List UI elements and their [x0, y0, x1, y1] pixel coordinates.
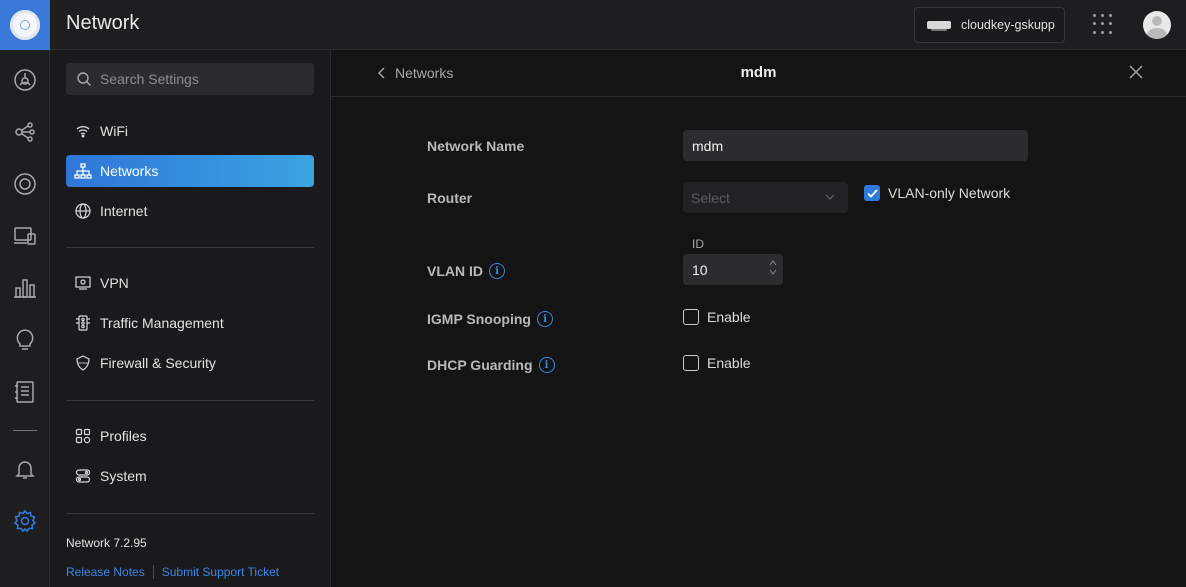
globe-icon	[74, 202, 92, 220]
vlan-id-label: VLAN ID i	[427, 263, 505, 279]
search-input[interactable]	[100, 71, 300, 87]
chevron-down-icon	[825, 194, 835, 200]
sidebar-item-label: System	[100, 468, 147, 484]
igmp-snooping-checkbox[interactable]	[683, 309, 699, 325]
sidebar-divider	[66, 513, 314, 514]
sidebar-item-label: WiFi	[100, 123, 128, 139]
panel-title: mdm	[740, 64, 777, 81]
sidebar-item-label: VPN	[100, 275, 129, 291]
sidebar-item-system[interactable]: System	[66, 460, 314, 492]
vlan-id-input[interactable]: 10	[683, 254, 783, 285]
vlan-only-label: VLAN-only Network	[888, 185, 1011, 201]
sidebar-item-traffic-management[interactable]: Traffic Management	[66, 307, 314, 339]
insights-icon[interactable]	[13, 328, 37, 352]
networks-icon	[74, 162, 92, 180]
router-select[interactable]: Select	[683, 182, 848, 213]
vlan-id-label-text: VLAN ID	[427, 263, 483, 279]
sidebar-item-internet[interactable]: Internet	[66, 195, 314, 227]
network-name-input[interactable]	[683, 130, 1028, 161]
router-label: Router	[427, 190, 472, 206]
search-box[interactable]	[66, 63, 314, 95]
igmp-snooping-label: IGMP Snooping i	[427, 311, 553, 327]
sidebar-item-label: Internet	[100, 203, 148, 219]
network-name-label: Network Name	[427, 138, 524, 154]
sidebar-item-firewall-security[interactable]: Firewall & Security	[66, 347, 314, 379]
network-name-label-text: Network Name	[427, 138, 525, 154]
release-notes-link[interactable]: Release Notes	[66, 565, 145, 579]
device-name: cloudkey-gskupp	[961, 18, 1055, 32]
user-avatar[interactable]	[1143, 11, 1171, 39]
system-icon	[74, 467, 92, 485]
settings-icon[interactable]	[13, 509, 37, 533]
rail-divider	[13, 430, 37, 431]
app-title: Network	[66, 12, 140, 34]
top-bar: Network cloudkey-gskupp	[0, 0, 1186, 50]
igmp-enable-label: Enable	[707, 309, 751, 325]
logs-icon[interactable]	[13, 380, 37, 404]
vlan-id-stepper[interactable]	[769, 260, 777, 275]
dhcp-guarding-label-text: DHCP Guarding	[427, 357, 533, 373]
check-icon	[866, 188, 878, 198]
app-rail	[0, 50, 50, 587]
submit-support-ticket-link[interactable]: Submit Support Ticket	[162, 565, 279, 579]
dhcp-enable-label: Enable	[707, 355, 751, 371]
traffic-icon	[74, 314, 92, 332]
vlan-only-network-option[interactable]: VLAN-only Network	[864, 185, 1010, 201]
search-icon	[77, 72, 91, 86]
vpn-icon	[74, 274, 92, 292]
sidebar-divider	[66, 400, 314, 401]
panel-header: Networks mdm	[331, 50, 1186, 97]
stepper-down-icon[interactable]	[769, 269, 777, 275]
wifi-icon	[74, 122, 92, 140]
settings-sidebar: WiFi Networks Internet VPN Traffic Manag…	[50, 50, 331, 587]
unifi-logo-icon	[10, 10, 40, 40]
sidebar-item-label: Profiles	[100, 428, 147, 444]
alerts-icon[interactable]	[13, 457, 37, 481]
devices-icon[interactable]	[13, 172, 37, 196]
dhcp-guarding-label: DHCP Guarding i	[427, 357, 555, 373]
sidebar-item-networks[interactable]: Networks	[66, 155, 314, 187]
igmp-snooping-option[interactable]: Enable	[683, 309, 751, 325]
vlan-only-checkbox[interactable]	[864, 185, 880, 201]
sidebar-item-profiles[interactable]: Profiles	[66, 420, 314, 452]
shield-icon	[74, 354, 92, 372]
sidebar-item-vpn[interactable]: VPN	[66, 267, 314, 299]
info-icon[interactable]: i	[489, 263, 505, 279]
clients-icon[interactable]	[13, 224, 37, 248]
profiles-icon	[74, 427, 92, 445]
sidebar-item-label: Firewall & Security	[100, 355, 216, 371]
footer-links: Release Notes Submit Support Ticket	[66, 565, 279, 579]
dhcp-guarding-option[interactable]: Enable	[683, 355, 751, 371]
sidebar-item-label: Traffic Management	[100, 315, 224, 331]
sidebar-divider	[66, 247, 314, 248]
close-button[interactable]	[1129, 65, 1145, 81]
cloudkey-icon	[927, 21, 951, 31]
dashboard-icon[interactable]	[13, 68, 37, 92]
unifi-logo-button[interactable]	[0, 0, 50, 50]
info-icon[interactable]: i	[538, 357, 555, 373]
vlan-id-caption: ID	[692, 237, 704, 251]
topology-icon[interactable]	[13, 120, 37, 144]
link-separator	[152, 565, 154, 579]
device-selector[interactable]: cloudkey-gskupp	[914, 7, 1065, 43]
router-select-placeholder: Select	[691, 189, 730, 206]
stepper-up-icon[interactable]	[769, 260, 777, 266]
sidebar-item-wifi[interactable]: WiFi	[66, 115, 314, 147]
statistics-icon[interactable]	[13, 276, 37, 300]
igmp-snooping-label-text: IGMP Snooping	[427, 311, 531, 327]
network-detail-panel: Networks mdm Network Name Router Select …	[331, 50, 1186, 587]
close-icon	[1129, 65, 1143, 79]
dhcp-guarding-checkbox[interactable]	[683, 355, 699, 371]
vlan-id-value: 10	[692, 261, 708, 278]
version-label: Network 7.2.95	[66, 536, 147, 550]
app-switcher-icon[interactable]	[1093, 14, 1113, 34]
router-label-text: Router	[427, 190, 473, 206]
sidebar-item-label: Networks	[100, 163, 159, 179]
info-icon[interactable]: i	[536, 311, 553, 327]
